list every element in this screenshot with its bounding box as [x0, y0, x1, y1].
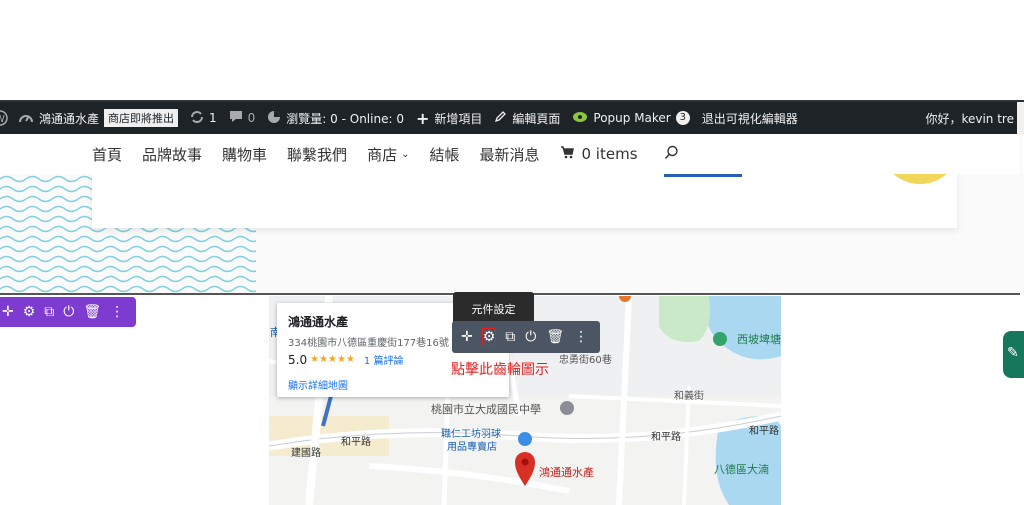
- site-menu[interactable]: 鴻通通水產 商店即將推出: [18, 109, 179, 127]
- hint-annotation: 點擊此齒輪圖示: [451, 362, 549, 378]
- place-name: 鴻通通水產: [288, 315, 349, 329]
- update-icon: [190, 110, 204, 127]
- scrollbar[interactable]: [1017, 102, 1024, 134]
- cart-link[interactable]: 0 items: [560, 145, 638, 163]
- new-item-link[interactable]: + 新增項目: [416, 109, 482, 128]
- comments-count: 0: [247, 111, 256, 125]
- greeting[interactable]: 你好，kevin tre: [925, 110, 1014, 127]
- map-label-road-heyi: 和義街: [674, 389, 704, 402]
- svg-text:W: W: [0, 114, 5, 125]
- nav-item-cart[interactable]: 購物車: [222, 144, 267, 165]
- admin-bar: W 鴻通通水產 商店即將推出 1 0 瀏覽量: 0 - Online: 0 + …: [0, 102, 1024, 134]
- gear-icon[interactable]: ⚙: [23, 304, 36, 320]
- exit-editor-link[interactable]: 退出可視化編輯器: [702, 110, 798, 127]
- rating-stars: ★★★★★: [310, 354, 355, 365]
- module-toolbar: ✛ ⚙ ⧉ ⏻ 🗑 ⋮: [452, 321, 600, 353]
- map-label-road-heping-mid: 和平路: [651, 430, 681, 443]
- map-label-road-jianguo: 建國路: [291, 446, 321, 459]
- search-icon[interactable]: [664, 145, 679, 164]
- pie-chart-icon: [267, 110, 281, 127]
- pencil-icon: [494, 110, 507, 126]
- nav-item-home[interactable]: 首頁: [92, 144, 122, 165]
- power-icon[interactable]: ⏻: [63, 304, 74, 320]
- nav-item-contact[interactable]: 聯繫我們: [287, 144, 347, 165]
- duplicate-icon[interactable]: ⧉: [505, 329, 515, 345]
- move-icon[interactable]: ✛: [461, 329, 473, 345]
- place-address: 334桃園市八德區重慶街177巷16號: [288, 338, 449, 349]
- edit-page-label: 編輯頁面: [512, 111, 561, 126]
- power-icon[interactable]: ⏻: [525, 329, 536, 345]
- nav-item-shop-label: 商店: [367, 145, 398, 164]
- map-label-pin: 鴻通通水產: [539, 465, 594, 479]
- site-name: 鴻通通水產: [39, 111, 100, 126]
- map-label-district: 八德區大湳: [714, 462, 769, 476]
- trash-icon[interactable]: 🗑: [546, 329, 564, 345]
- popup-maker-link[interactable]: Popup Maker 3: [572, 110, 690, 127]
- map-label-park: 西坡埤塘: [737, 332, 781, 346]
- content-card: [92, 174, 957, 228]
- more-icon[interactable]: ⋮: [574, 329, 588, 345]
- store-badge: 商店即將推出: [104, 109, 179, 127]
- nav-item-checkout[interactable]: 結帳: [429, 144, 459, 165]
- map-label-shop-line2: 用品專賣店: [447, 440, 497, 453]
- more-icon[interactable]: ⋮: [110, 304, 124, 320]
- gear-icon[interactable]: ⚙: [481, 328, 497, 346]
- edit-page-link[interactable]: 編輯頁面: [494, 110, 560, 127]
- updates-count: 1: [209, 111, 217, 125]
- wordpress-icon[interactable]: W: [0, 110, 8, 126]
- stats-text: 瀏覽量: 0 - Online: 0: [286, 111, 404, 126]
- rating-value: 5.0: [288, 352, 308, 367]
- popup-maker-icon: [572, 110, 588, 127]
- comment-icon: [229, 110, 243, 126]
- cart-icon: [560, 145, 574, 163]
- reviews-link[interactable]: 1 篇評論: [364, 352, 404, 367]
- map-label-shop-line1: 職仁工坊羽球: [441, 427, 501, 440]
- hero-section: [0, 174, 1024, 294]
- move-icon[interactable]: ✛: [2, 304, 14, 320]
- view-larger-map-link[interactable]: 顯示詳細地圖: [288, 377, 348, 392]
- plus-icon: +: [415, 108, 430, 128]
- stats-link[interactable]: 瀏覽量: 0 - Online: 0: [267, 110, 404, 127]
- accent-bar: [664, 174, 742, 177]
- updates-link[interactable]: 1: [190, 110, 217, 127]
- chevron-down-icon: ⌄: [401, 148, 410, 160]
- new-item-label: 新增項目: [434, 111, 483, 126]
- cart-count: 0 items: [581, 145, 638, 163]
- trash-icon[interactable]: 🗑: [83, 304, 101, 320]
- nav-item-news[interactable]: 最新消息: [479, 144, 539, 165]
- duplicate-icon[interactable]: ⧉: [44, 304, 54, 320]
- comments-link[interactable]: 0: [229, 110, 256, 126]
- map-label-road-heping-west: 和平路: [341, 435, 371, 448]
- map-label-road-zhongyong: 忠勇街60巷: [559, 353, 612, 366]
- edit-fab[interactable]: ✎: [1003, 331, 1024, 378]
- nav-item-shop[interactable]: 商店 ⌄: [367, 144, 409, 165]
- map-label-road-heping-east: 和平路: [749, 424, 779, 437]
- pencil-icon: ✎: [1007, 345, 1019, 361]
- section-toolbar: ✛ ⚙ ⧉ ⏻ 🗑 ⋮: [0, 297, 136, 327]
- rating-row: 5.0 ★★★★★ 1 篇評論: [288, 352, 404, 368]
- main-nav: 首頁 品牌故事 購物車 聯繫我們 商店 ⌄ 結帳 最新消息 0 items: [0, 134, 1020, 174]
- map-label-school: 桃園市立大成國民中學: [431, 402, 541, 416]
- nav-item-brand-story[interactable]: 品牌故事: [142, 144, 202, 165]
- popup-count-badge: 3: [675, 111, 690, 125]
- dashboard-icon: [18, 110, 34, 127]
- exit-editor-label: 退出可視化編輯器: [701, 111, 798, 126]
- popup-maker-label: Popup Maker: [593, 111, 671, 125]
